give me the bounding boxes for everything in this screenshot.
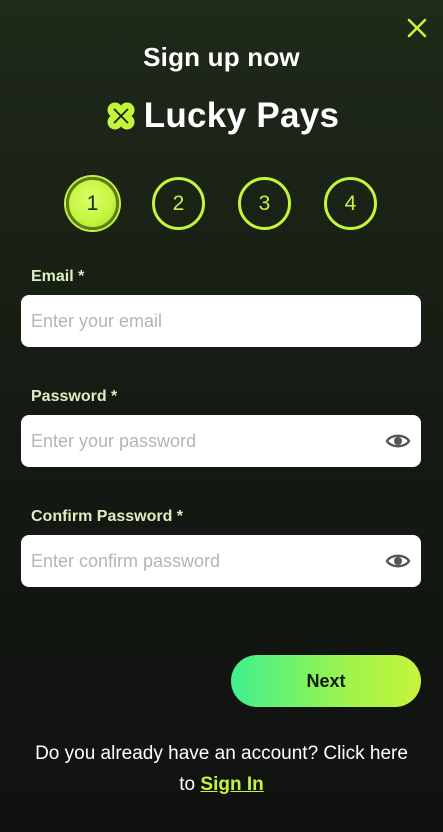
password-field[interactable]: [31, 430, 377, 452]
confirm-password-field-wrapper: [21, 535, 421, 587]
email-label: Email *: [31, 268, 85, 285]
eye-icon[interactable]: [385, 428, 411, 454]
step-2[interactable]: 2: [152, 177, 205, 230]
brand: Lucky Pays: [0, 96, 443, 136]
step-3[interactable]: 3: [238, 177, 291, 230]
page-title: Sign up now: [143, 42, 300, 72]
email-field[interactable]: [31, 310, 411, 332]
password-label: Password *: [31, 388, 118, 405]
signin-prompt: Do you already have an account? Click he…: [30, 738, 413, 800]
clover-logo-icon: [107, 102, 135, 130]
eye-icon[interactable]: [385, 548, 411, 574]
signup-modal: Sign up now Lucky Pays 1 2 3 4 Email * P…: [0, 0, 443, 832]
close-icon[interactable]: [405, 16, 429, 40]
step-indicator: 1 2 3 4: [0, 177, 443, 230]
sign-in-link[interactable]: Sign In: [200, 774, 263, 795]
step-4[interactable]: 4: [324, 177, 377, 230]
confirm-password-field[interactable]: [31, 550, 377, 572]
step-1[interactable]: 1: [66, 177, 119, 230]
email-field-wrapper: [21, 295, 421, 347]
next-button[interactable]: Next: [231, 655, 421, 707]
brand-name: Lucky Pays: [143, 96, 340, 135]
confirm-password-label: Confirm Password *: [31, 508, 184, 525]
password-field-wrapper: [21, 415, 421, 467]
